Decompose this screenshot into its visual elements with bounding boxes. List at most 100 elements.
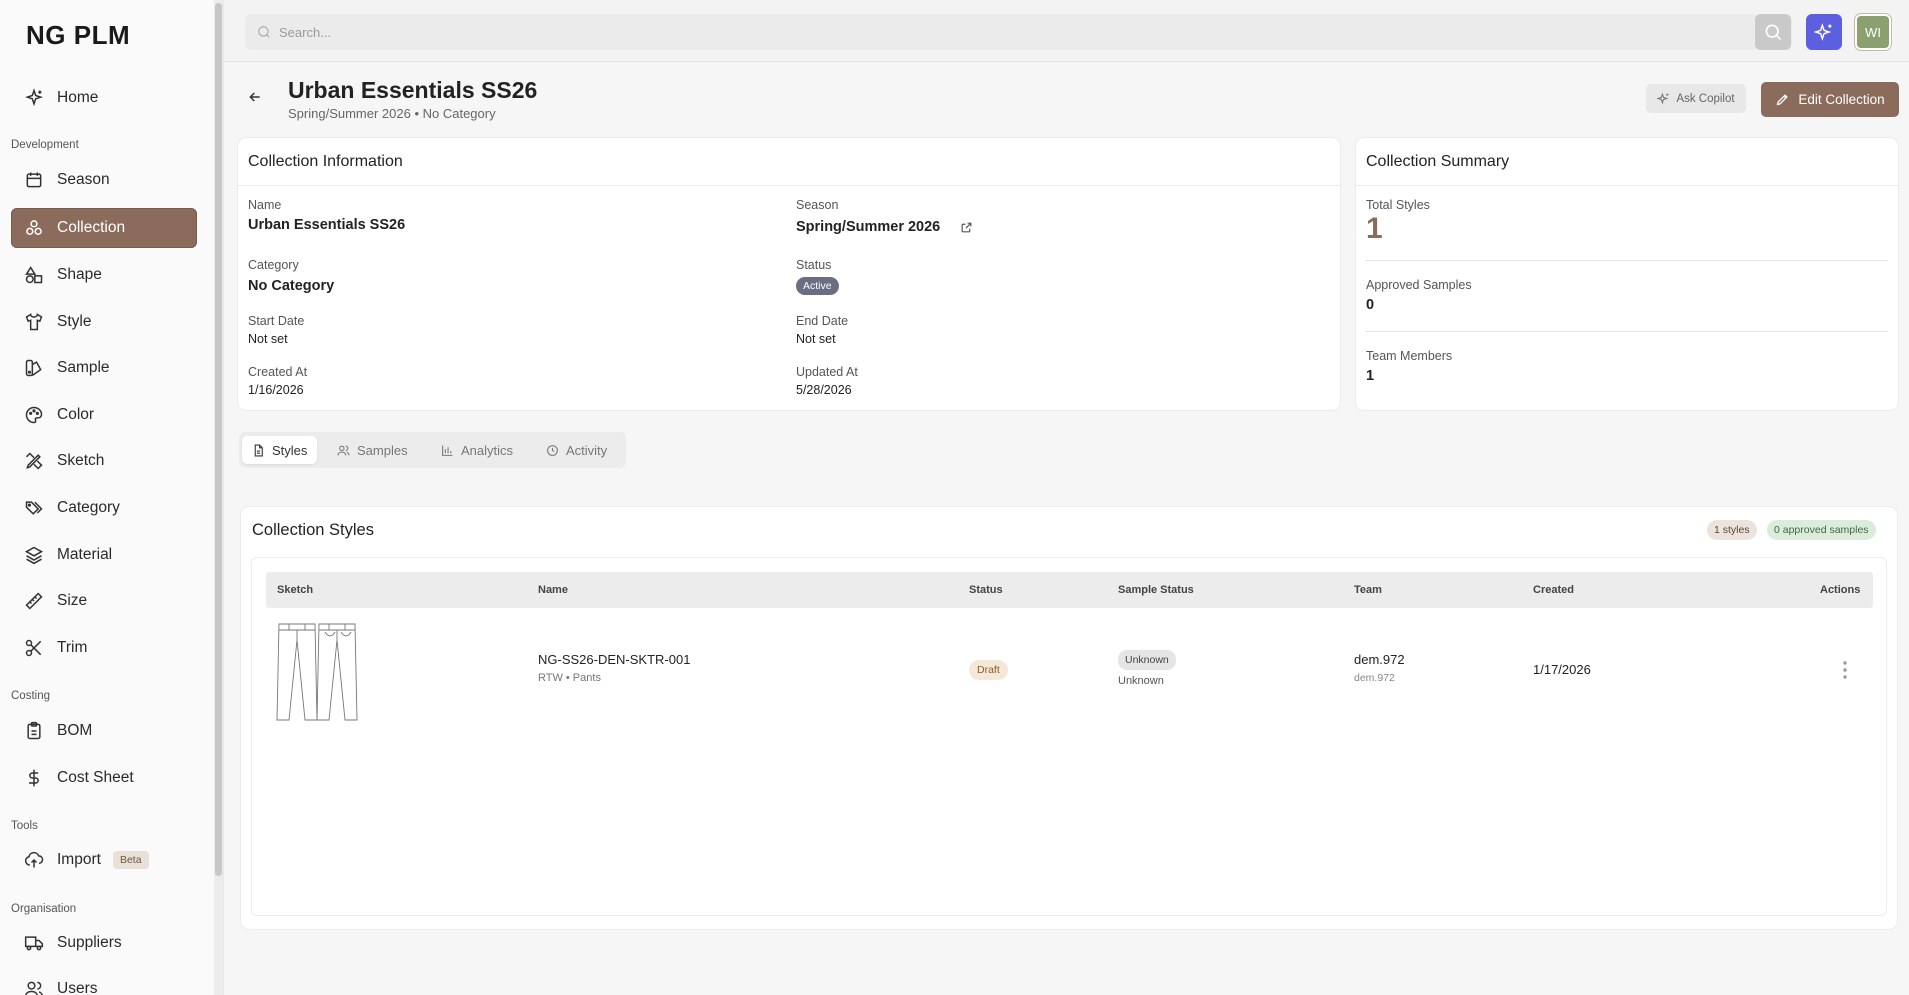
sidebar-item-home[interactable]: Home [11,78,197,118]
back-button[interactable] [244,86,266,108]
column-header-sketch[interactable]: Sketch [277,584,313,596]
column-header-actions: Actions [1820,584,1861,596]
sidebar-item-label: Sketch [57,452,105,469]
team-sub: dem.972 [1354,672,1395,684]
sidebar-item-label: Home [57,89,99,106]
total-styles-label: Total Styles [1366,198,1430,212]
sidebar-item-size[interactable]: Size [11,581,197,621]
sidebar-item-users[interactable]: Users [11,969,197,995]
page-subtitle: Spring/Summer 2026 • No Category [288,106,496,121]
users-icon [337,444,350,457]
sidebar-item-label: Suppliers [57,934,122,951]
created-date: 1/17/2026 [1533,662,1591,677]
layers-icon [23,544,45,566]
sidebar-item-label: Season [57,171,110,188]
ruler-icon [23,590,45,612]
season-label: Season [796,198,839,212]
divider [1356,185,1898,186]
collection-information-card: Collection Information Name Urban Essent… [238,138,1340,410]
search-button[interactable] [1755,14,1791,50]
sidebar-item-trim[interactable]: Trim [11,628,197,668]
search-icon [1763,22,1783,42]
column-header-sample-status[interactable]: Sample Status [1118,584,1194,596]
start-date-value: Not set [248,332,288,346]
sidebar-item-import[interactable]: Import Beta [11,840,197,880]
tab-analytics[interactable]: Analytics [431,436,523,464]
column-header-created[interactable]: Created [1533,584,1574,596]
name-value: Urban Essentials SS26 [248,217,406,233]
card-title: Collection Styles [252,521,374,539]
styles-table [251,557,1887,916]
updated-at-label: Updated At [796,365,858,379]
sidebar-item-label: Collection [57,219,126,236]
sidebar-item-label: Import [57,851,101,868]
card-title: Collection Summary [1366,153,1510,170]
edit-collection-button[interactable]: Edit Collection [1761,82,1899,117]
sidebar-item-label: Sample [57,359,110,376]
sparkle-icon [23,87,45,109]
tab-styles[interactable]: Styles [242,436,318,464]
sidebar-item-label: Category [57,499,120,516]
shapes-icon [23,264,45,286]
section-label-organisation: Organisation [11,903,77,915]
sidebar-item-label: Cost Sheet [57,769,134,786]
row-actions-button[interactable] [1835,658,1855,682]
more-vertical-icon [1842,660,1848,680]
approved-samples-value: 0 [1366,297,1375,313]
search-input[interactable]: Search... [245,14,1792,50]
copilot-button[interactable] [1806,14,1842,50]
edit-collection-label: Edit Collection [1798,92,1885,107]
app-logo[interactable]: NG PLM [26,20,130,51]
end-date-label: End Date [796,314,849,328]
user-avatar[interactable]: WI [1855,14,1891,50]
approved-samples-badge: 0 approved samples [1767,520,1876,540]
sidebar-item-bom[interactable]: BOM [11,711,197,751]
search-icon [257,25,271,39]
palette-icon [23,404,45,426]
sidebar-item-style[interactable]: Style [11,302,197,342]
sidebar-item-category[interactable]: Category [11,488,197,528]
column-header-status[interactable]: Status [969,584,1003,596]
sidebar-item-sketch[interactable]: Sketch [11,441,197,481]
tab-label: Activity [566,442,608,458]
sidebar-item-material[interactable]: Material [11,535,197,575]
sidebar-item-label: Color [57,406,95,423]
external-link-icon[interactable] [960,221,973,234]
season-value[interactable]: Spring/Summer 2026 [796,219,940,235]
pencil-ruler-icon [23,450,45,472]
sidebar-item-season[interactable]: Season [11,160,197,200]
topbar: Search... WI [224,0,1909,62]
divider [1366,331,1888,332]
sketch-thumbnail[interactable] [275,618,365,722]
tab-activity[interactable]: Activity [536,436,617,464]
users-icon [23,978,45,995]
clock-icon [546,444,559,457]
tab-label: Styles [272,442,308,458]
sidebar: NG PLM Home Development Season Collectio… [0,0,214,995]
section-label-tools: Tools [11,820,38,832]
swatch-icon [23,357,45,379]
tags-icon [23,497,45,519]
column-header-team[interactable]: Team [1354,584,1382,596]
sidebar-item-label: Style [57,313,92,330]
beta-badge: Beta [112,851,149,869]
sidebar-item-color[interactable]: Color [11,395,197,435]
style-name[interactable]: NG-SS26-DEN-SKTR-001 [538,652,690,667]
tab-samples[interactable]: Samples [327,436,418,464]
category-label: Category [248,258,299,272]
sidebar-item-suppliers[interactable]: Suppliers [11,923,197,963]
table-row[interactable]: NG-SS26-DEN-SKTR-001 RTW • Pants Draft U… [265,612,1886,728]
status-badge: Active [796,277,839,295]
section-label-development: Development [11,139,79,151]
truck-icon [23,932,45,954]
sidebar-item-shape[interactable]: Shape [11,255,197,295]
calendar-icon [23,169,45,191]
sidebar-item-sample[interactable]: Sample [11,348,197,388]
sidebar-scrollbar-thumb[interactable] [215,3,222,876]
ask-copilot-button[interactable]: Ask Copilot [1646,84,1746,113]
column-header-name[interactable]: Name [538,584,568,596]
created-at-value: 1/16/2026 [248,383,304,397]
sidebar-item-collection[interactable]: Collection [11,208,197,248]
sidebar-item-cost-sheet[interactable]: Cost Sheet [11,758,197,798]
approved-samples-label: Approved Samples [1366,278,1472,292]
